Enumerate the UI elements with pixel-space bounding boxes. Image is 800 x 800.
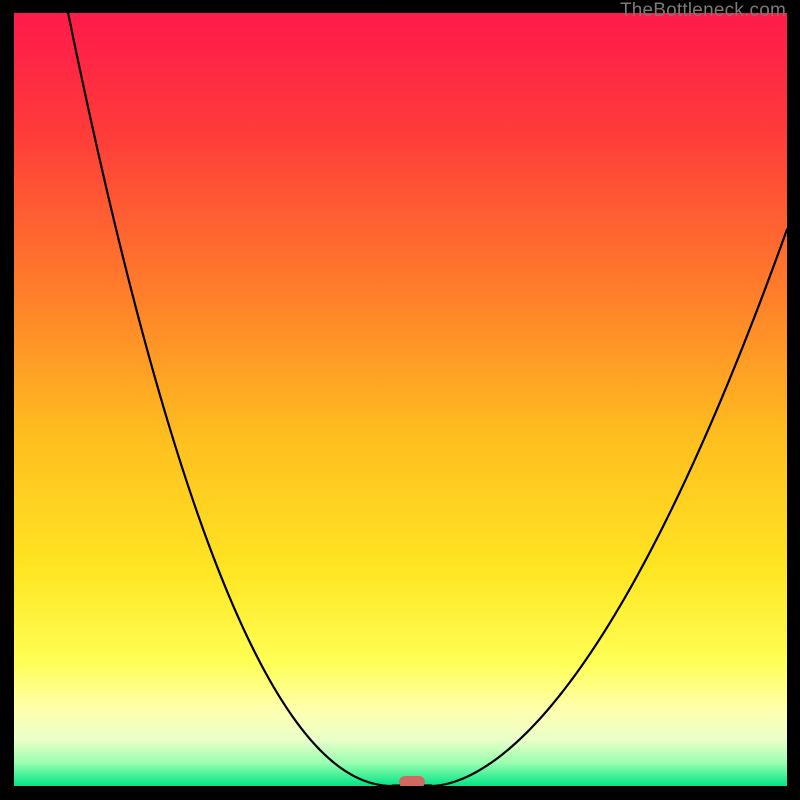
plot-area — [14, 13, 787, 786]
bottleneck-curve — [14, 13, 787, 786]
chart-frame: TheBottleneck.com — [0, 0, 800, 800]
watermark-text: TheBottleneck.com — [620, 0, 786, 22]
optimum-marker — [399, 776, 425, 786]
